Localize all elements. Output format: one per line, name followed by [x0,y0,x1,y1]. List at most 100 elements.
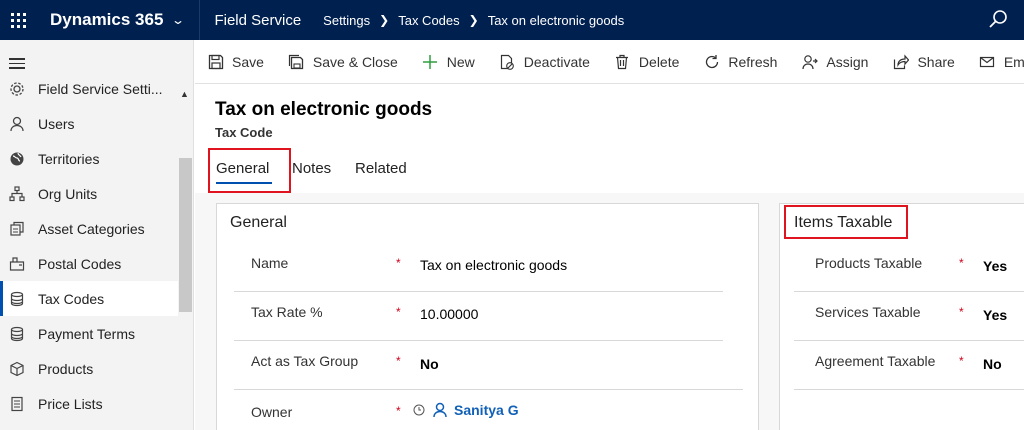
deactivate-icon [499,53,516,70]
general-section-title: General [230,214,287,231]
refresh-icon [703,53,720,70]
services-taxable-field[interactable]: Yes [983,307,1007,323]
app-launcher-button[interactable] [0,0,36,40]
breadcrumb-tax-codes[interactable]: Tax Codes [398,13,459,28]
clock-icon [413,404,425,416]
globe-icon [8,150,26,168]
save-button[interactable]: Save [195,40,276,83]
asset-icon [8,220,26,238]
sidebar-item-label: Products [38,360,94,377]
sidebar-item-asset-categories[interactable]: Asset Categories [0,211,178,246]
save-icon [207,53,224,70]
breadcrumb-settings[interactable]: Settings [323,13,370,28]
hamburger-menu-icon[interactable] [9,58,25,72]
email-a-link-button[interactable]: Email a L [967,40,1024,83]
name-label: Name [251,255,289,271]
share-button[interactable]: Share [880,40,966,83]
sidebar-item-label: Org Units [38,185,98,202]
sidebar-item-org-units[interactable]: Org Units [0,176,178,211]
field-divider [794,340,1024,341]
command-bar: Save Save & Close New Deactivate Delete … [195,40,1024,84]
required-indicator: * [959,354,964,368]
scroll-up-arrow-icon[interactable]: ▲ [180,89,189,99]
agreement-taxable-label: Agreement Taxable [815,353,936,369]
act-as-tax-group-field[interactable]: No [420,356,439,372]
sidebar-item-label: Price Lists [38,395,103,412]
gear-icon [8,80,26,98]
required-indicator: * [396,256,401,270]
document-icon [8,395,26,413]
save-and-close-button[interactable]: Save & Close [276,40,410,83]
chevron-down-icon[interactable]: ⌄ [171,13,185,27]
sidebar-item-payment-terms[interactable]: Payment Terms [0,316,178,351]
save-close-icon [288,53,305,70]
module-name[interactable]: Field Service [214,12,301,29]
tab-related[interactable]: Related [355,160,407,177]
nav-divider [199,0,201,40]
breadcrumb: Settings ❯ Tax Codes ❯ Tax on electronic… [323,13,624,28]
assign-button[interactable]: Assign [789,40,880,83]
waffle-icon [10,12,26,28]
chevron-right-icon: ❯ [379,13,390,27]
sidebar-item-products[interactable]: Products [0,351,178,386]
refresh-button[interactable]: Refresh [691,40,789,83]
agreement-taxable-field[interactable]: No [983,356,1002,372]
record-title: Tax on electronic goods [215,99,433,120]
required-indicator: * [396,354,401,368]
person-icon [8,115,26,133]
tab-notes[interactable]: Notes [292,160,331,177]
services-taxable-label: Services Taxable [815,304,921,320]
owner-label: Owner [251,404,293,420]
sidebar-item-label: Postal Codes [38,255,122,272]
record-entity-type: Tax Code [215,125,273,140]
sidebar-item-postal-codes[interactable]: Postal Codes [0,246,178,281]
field-divider [234,291,723,292]
app-name[interactable]: Dynamics 365 [50,10,163,30]
sidebar-item-label: Territories [38,150,100,167]
sidebar-item-users[interactable]: Users [0,106,178,141]
field-divider [234,340,723,341]
breadcrumb-current-record: Tax on electronic goods [487,12,625,28]
chevron-right-icon: ❯ [468,13,479,27]
owner-link-text[interactable]: Sanitya G [454,402,519,418]
user-icon [433,402,447,418]
top-navigation-bar: Dynamics 365 ⌄ Field Service Settings ❯ … [0,0,1024,40]
highlight-box-items-taxable [784,205,908,239]
sidebar-item-label: Asset Categories [38,220,145,237]
sidebar-item-territories[interactable]: Territories [0,141,178,176]
deactivate-button[interactable]: Deactivate [487,40,602,83]
required-indicator: * [396,404,401,418]
name-field[interactable]: Tax on electronic goods [420,257,567,273]
act-as-tax-group-label: Act as Tax Group [251,353,359,369]
org-chart-icon [8,185,26,203]
products-taxable-field[interactable]: Yes [983,258,1007,274]
search-icon[interactable] [988,9,1008,29]
sidebar-item-label: Users [38,115,75,132]
new-button[interactable]: New [410,40,487,83]
sidebar-item-tax-codes[interactable]: Tax Codes [0,281,178,316]
sidebar-scrollbar[interactable] [179,158,192,312]
tax-rate-label: Tax Rate % [251,304,323,320]
field-divider [794,291,1024,292]
share-icon [892,53,909,70]
tax-rate-field[interactable]: 10.00000 [420,306,478,322]
highlight-box-general-tab [208,148,291,193]
sidebar-item-price-lists[interactable]: Price Lists [0,386,178,421]
trash-icon [614,53,631,70]
owner-field[interactable]: Sanitya G [413,402,519,418]
field-divider [794,389,1024,390]
required-indicator: * [959,305,964,319]
sidebar-item-field-service-settings[interactable]: Field Service Setti... [0,71,178,106]
sidebar-item-label: Payment Terms [38,325,135,342]
sidebar-item-label: Tax Codes [38,290,105,307]
assign-icon [801,53,818,70]
email-icon [979,53,996,70]
required-indicator: * [396,305,401,319]
box-icon [8,360,26,378]
plus-icon [422,53,439,70]
field-divider [234,389,743,390]
sidebar-item-label: Field Service Setti... [38,80,163,97]
products-taxable-label: Products Taxable [815,255,923,271]
delete-button[interactable]: Delete [602,40,691,83]
required-indicator: * [959,256,964,270]
